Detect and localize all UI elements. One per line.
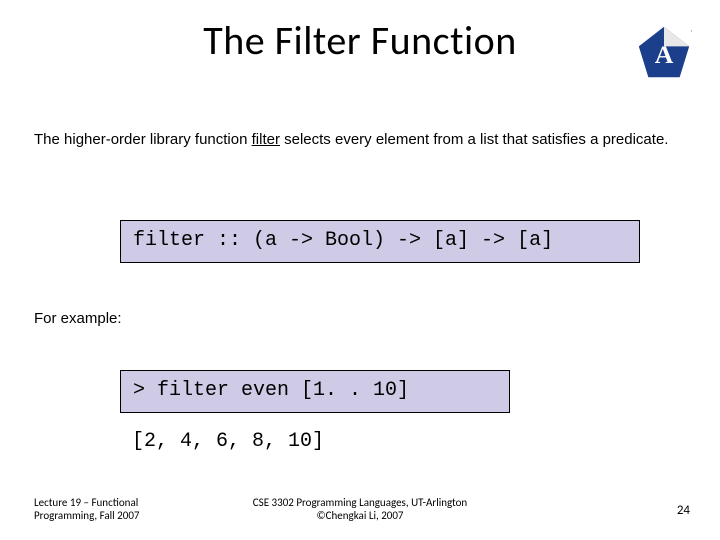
intro-underlined: filter	[252, 131, 280, 148]
footer-center: CSE 3302 Programming Languages, UT-Arlin…	[0, 496, 720, 522]
example-label: For example:	[34, 310, 122, 327]
example-result: [2, 4, 6, 8, 10]	[132, 430, 324, 453]
logo-icon: A ™	[636, 24, 692, 80]
svg-text:A: A	[655, 40, 674, 69]
page-number: 24	[677, 503, 690, 518]
type-signature-box: filter :: (a -> Bool) -> [a] -> [a]	[120, 220, 640, 263]
footer-center-line2: ©Chengkai Li, 2007	[316, 509, 403, 522]
page-title: The Filter Function	[0, 16, 720, 65]
intro-pre: The higher-order library function	[34, 131, 252, 148]
footer-center-line1: CSE 3302 Programming Languages, UT-Arlin…	[253, 496, 467, 509]
svg-text:™: ™	[690, 30, 692, 36]
intro-post: selects every element from a list that s…	[280, 131, 669, 148]
slide: The Filter Function A ™ The higher-order…	[0, 0, 720, 540]
intro-text: The higher-order library function filter…	[34, 130, 674, 150]
example-code-box: > filter even [1. . 10]	[120, 370, 510, 413]
